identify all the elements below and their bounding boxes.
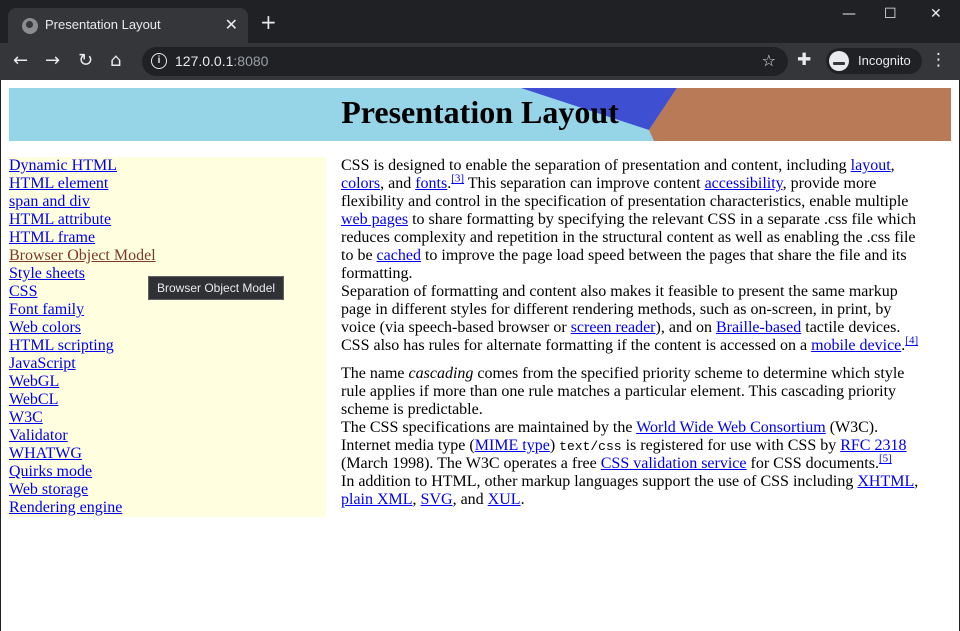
link-accessibility[interactable]: accessibility (705, 175, 783, 192)
close-tab-icon[interactable]: ✕ (225, 15, 238, 34)
nav-link[interactable]: WebGL (9, 373, 326, 391)
citation-link[interactable]: [5] (879, 453, 892, 465)
forward-icon[interactable]: → (45, 50, 60, 71)
page-banner: Presentation Layout (9, 88, 951, 141)
page-title: Presentation Layout (341, 94, 619, 130)
back-icon[interactable]: ← (13, 50, 28, 71)
text: . (520, 491, 525, 508)
paragraph: Separation of formatting and content als… (341, 283, 921, 355)
nav-link[interactable]: Quirks mode (9, 463, 326, 481)
link-mobile-device[interactable]: mobile device (811, 337, 901, 354)
link-braille[interactable]: Braille-based (716, 319, 801, 336)
text: to improve the page load speed between t… (341, 247, 907, 282)
main-content: CSS is designed to enable the separation… (341, 157, 921, 509)
paragraph: The CSS specifications are maintained by… (341, 419, 921, 473)
nav-link[interactable]: Web storage (9, 481, 326, 499)
incognito-icon (829, 51, 849, 71)
nav-link[interactable]: Web colors (9, 319, 326, 337)
link-xul[interactable]: XUL (488, 491, 521, 508)
address-bar[interactable]: i 127.0.0.1:8080 ☆ (142, 47, 788, 76)
url-port: :8080 (233, 53, 269, 69)
link-screen-reader[interactable]: screen reader (571, 319, 656, 336)
incognito-badge[interactable]: Incognito (826, 48, 922, 74)
incognito-label: Incognito (858, 53, 911, 68)
nav-link[interactable]: HTML attribute (9, 211, 326, 229)
text: CSS is designed to enable the separation… (341, 157, 851, 174)
link-web-pages[interactable]: web pages (341, 211, 408, 228)
emphasis: cascading (408, 365, 474, 382)
nav-link[interactable]: JavaScript (9, 355, 326, 373)
link-cached[interactable]: cached (377, 247, 421, 264)
nav-link-browser-object-model[interactable]: Browser Object Model (9, 247, 326, 265)
link-w3c[interactable]: World Wide Web Consortium (636, 419, 826, 436)
window-close-icon[interactable]: ✕ (930, 6, 942, 22)
browser-tab[interactable]: Presentation Layout ✕ (8, 8, 248, 43)
nav-link[interactable]: WebCL (9, 391, 326, 409)
text: , (412, 491, 421, 508)
citation-link[interactable]: [4] (905, 335, 918, 347)
text: is registered for use with CSS by (621, 437, 841, 454)
link-tooltip: Browser Object Model (148, 276, 285, 300)
link-svg[interactable]: SVG (421, 491, 453, 508)
nav-link[interactable]: HTML element (9, 175, 326, 193)
nav-link[interactable]: Validator (9, 427, 326, 445)
tab-title: Presentation Layout (45, 17, 161, 32)
browser-toolbar: ← → ↻ ⌂ i 127.0.0.1:8080 ☆ (0, 43, 960, 80)
link-plain-xml[interactable]: plain XML (341, 491, 413, 508)
text: ) (549, 437, 560, 454)
link-validation-service[interactable]: CSS validation service (601, 455, 747, 472)
link-xhtml[interactable]: XHTML (857, 473, 914, 490)
link-rfc[interactable]: RFC 2318 (840, 437, 906, 454)
url-text[interactable]: 127.0.0.1:8080 (175, 53, 268, 69)
code: text/css (559, 439, 622, 454)
text: , and (380, 175, 416, 192)
nav-link[interactable]: span and div (9, 193, 326, 211)
nav-link[interactable]: HTML scripting (9, 337, 326, 355)
bookmark-star-icon[interactable]: ☆ (762, 51, 776, 70)
text: The name (341, 365, 409, 382)
page-viewport: Presentation Layout Dynamic HTML HTML el… (1, 80, 959, 631)
reload-icon[interactable]: ↻ (78, 50, 93, 71)
text: In addition to HTML, other markup langua… (341, 473, 858, 490)
paragraph: CSS is designed to enable the separation… (341, 157, 916, 282)
nav-link[interactable]: Rendering engine (9, 499, 326, 517)
text: The CSS specifications are maintained by… (341, 419, 637, 436)
nav-link[interactable]: W3C (9, 409, 326, 427)
citation-link[interactable]: [3] (451, 173, 464, 185)
link-layout[interactable]: layout (851, 157, 891, 174)
text: for CSS documents. (746, 455, 879, 472)
link-mime-type[interactable]: MIME type (475, 437, 550, 454)
maximize-icon[interactable]: ☐ (884, 6, 897, 22)
nav-link[interactable]: Font family (9, 301, 326, 319)
minimize-icon[interactable]: — (842, 6, 856, 22)
text: (March 1998). The W3C operates a free (341, 455, 601, 472)
link-fonts[interactable]: fonts (415, 175, 447, 192)
link-colors[interactable]: colors (341, 175, 380, 192)
globe-icon (22, 18, 38, 34)
extensions-icon[interactable]: ✚ (797, 50, 811, 70)
sidebar-nav: Dynamic HTML HTML element span and div H… (9, 157, 326, 517)
home-icon[interactable]: ⌂ (110, 50, 121, 71)
new-tab-button[interactable]: + (260, 12, 277, 32)
nav-link[interactable]: Dynamic HTML (9, 157, 326, 175)
text: This separation can improve content (464, 175, 705, 192)
tab-strip: Presentation Layout ✕ + — ☐ ✕ (0, 0, 960, 43)
text: ), and on (655, 319, 716, 336)
browser-menu-icon[interactable]: ⋮ (930, 50, 947, 70)
text: , and (452, 491, 488, 508)
paragraph: The name cascading comes from the specif… (341, 365, 921, 419)
site-info-icon[interactable]: i (151, 53, 167, 69)
text: , (890, 157, 895, 174)
nav-link[interactable]: WHATWG (9, 445, 326, 463)
text: , (914, 473, 919, 490)
nav-link[interactable]: HTML frame (9, 229, 326, 247)
url-host: 127.0.0.1 (175, 53, 234, 69)
paragraph: In addition to HTML, other markup langua… (341, 473, 921, 509)
